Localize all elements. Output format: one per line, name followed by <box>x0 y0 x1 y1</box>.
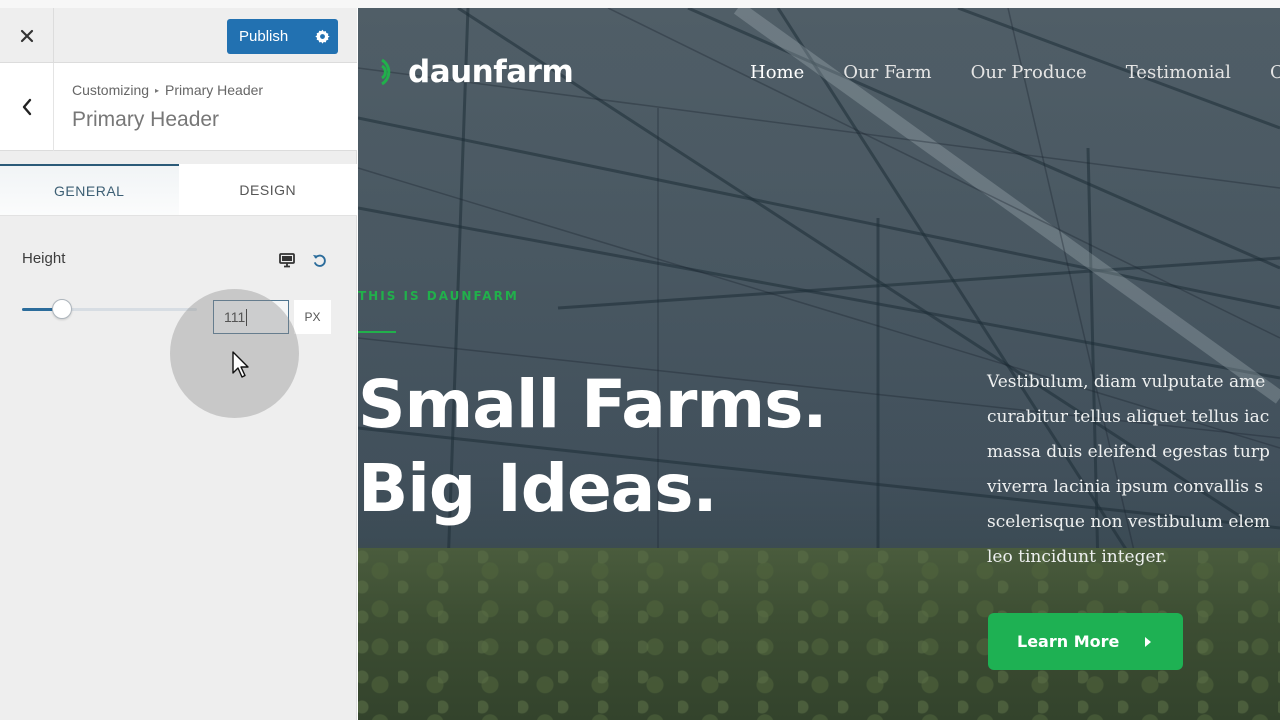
top-strip <box>0 0 1280 8</box>
tab-general[interactable]: GENERAL <box>0 164 179 215</box>
nav-contact[interactable]: C <box>1270 62 1280 83</box>
caret-right-icon <box>1145 636 1151 647</box>
customizer-sidebar: Publish Customizing ▸ Primary Header Pri… <box>0 8 357 720</box>
unit-selector[interactable]: PX <box>294 300 331 334</box>
settings-tabs: GENERAL DESIGN <box>0 164 357 216</box>
learn-more-button[interactable]: Learn More <box>988 613 1183 670</box>
publish-label: Publish <box>239 28 289 45</box>
hero-eyebrow: THIS IS DAUNFARM <box>358 289 519 303</box>
signal-logo-icon <box>381 58 391 86</box>
mouse-cursor-icon <box>232 351 249 378</box>
nav-our-farm[interactable]: Our Farm <box>843 62 931 83</box>
desktop-device-icon[interactable] <box>279 253 295 272</box>
close-icon <box>20 29 33 42</box>
site-preview: daunfarm Home Our Farm Our Produce Testi… <box>358 8 1280 720</box>
nav-home[interactable]: Home <box>750 62 804 83</box>
height-value: 111 <box>224 309 246 325</box>
slider-thumb[interactable] <box>52 299 73 319</box>
breadcrumb-separator-icon: ▸ <box>155 85 160 95</box>
height-slider[interactable] <box>22 298 197 320</box>
tab-design[interactable]: DESIGN <box>178 164 357 215</box>
height-label: Height <box>22 250 66 267</box>
hero-title-line-2: Big Ideas. <box>358 450 718 527</box>
publish-button[interactable]: Publish <box>227 19 338 54</box>
primary-nav: Home Our Farm Our Produce Testimonial C <box>750 62 1280 83</box>
site-logo[interactable]: daunfarm <box>378 54 574 90</box>
breadcrumb: Customizing ▸ Primary Header <box>72 82 263 98</box>
section-header: Customizing ▸ Primary Header Primary Hea… <box>0 63 357 151</box>
site-name: daunfarm <box>408 54 574 90</box>
publish-settings-button[interactable] <box>307 29 338 44</box>
back-button[interactable] <box>0 63 54 151</box>
height-input[interactable]: 111 <box>213 300 289 334</box>
breadcrumb-current: Primary Header <box>165 82 264 98</box>
nav-testimonial[interactable]: Testimonial <box>1126 62 1231 83</box>
reset-icon[interactable] <box>312 253 327 272</box>
gear-icon <box>315 29 330 44</box>
close-customizer-button[interactable] <box>0 8 54 63</box>
hero-copy-line: leo tincidunt integer. <box>987 547 1168 567</box>
eyebrow-divider <box>358 331 396 333</box>
breadcrumb-root: Customizing <box>72 82 150 98</box>
hero-copy-line: viverra lacinia ipsum convallis s <box>987 477 1264 497</box>
hero-description: Vestibulum, diam vulputate ame curabitur… <box>987 365 1280 575</box>
hero-copy-line: Vestibulum, diam vulputate ame <box>987 372 1266 392</box>
chevron-left-icon <box>22 98 31 116</box>
learn-more-label: Learn More <box>1017 632 1120 651</box>
nav-our-produce[interactable]: Our Produce <box>971 62 1087 83</box>
hero-title: Small Farms. Big Ideas. <box>358 363 827 531</box>
customizer-header: Publish <box>0 8 357 63</box>
hero-title-line-1: Small Farms. <box>358 366 827 443</box>
hero-copy-line: scelerisque non vestibulum elem <box>987 512 1270 532</box>
hero-copy-line: curabitur tellus aliquet tellus iac <box>987 407 1270 427</box>
hero-copy-line: massa duis eleifend egestas turp <box>987 442 1270 462</box>
section-title: Primary Header <box>72 108 220 131</box>
text-caret <box>246 308 248 326</box>
